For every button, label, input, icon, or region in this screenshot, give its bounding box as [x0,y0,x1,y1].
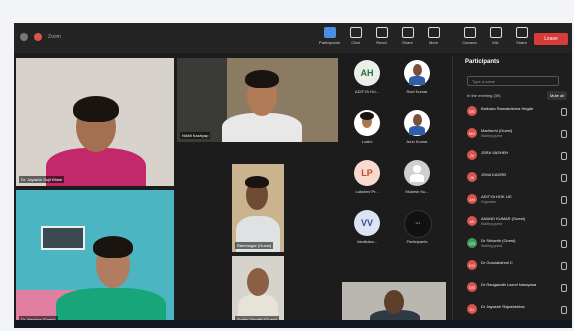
participant-row[interactable]: JV JSRA VASHEH [467,148,571,163]
participant-role: Waiting guest [481,222,503,226]
zoom-window: Zoom Participants Chat React Share More … [14,23,572,328]
participant-row[interactable]: DR Dr Ranganath Laxmi Narayana [467,280,571,295]
participants-panel: Participants Type a name In the meeting … [452,56,572,328]
chat-button[interactable]: Chat [347,27,364,45]
camera-icon [463,27,476,38]
video-tile[interactable]: Rammagar (Guest) [232,164,284,252]
participant-name: Rammagar (Guest) [235,242,274,249]
avatar[interactable] [404,60,430,86]
mic-icon[interactable] [561,152,567,160]
participant-avatar: DR [467,282,477,292]
participant-row[interactable]: AK ANAND KUMAR (Guest) Waiting guest [467,214,571,229]
participant-name: JSRA VASHEH [481,150,509,155]
video-tile[interactable]: Sudhir Tripathi (Guest) [232,256,284,326]
participant-avatar: JK [467,172,477,182]
participant-name: Dr. Jayashri Sujit Bhise [19,176,65,183]
avatar[interactable]: ··· [404,210,432,238]
participant-video [232,164,284,252]
participant-name: Dr Ranganath Laxmi Narayana [481,282,537,287]
section-header[interactable]: In the meeting (39) [467,93,501,98]
avatar[interactable] [404,160,430,186]
avatar[interactable] [404,110,430,136]
shield-icon[interactable] [20,33,28,41]
participant-video [16,58,174,186]
mic-icon[interactable] [561,196,567,204]
participant-name: Dr Gurulakshmi C [481,260,513,265]
participant-avatar: AK [467,216,477,226]
leave-button[interactable]: Leave [534,33,568,45]
participants-button[interactable]: Participants [319,27,340,45]
participant-row[interactable]: DJ Dr Jayashri Rajashekhar [467,302,571,317]
avatar[interactable]: AH [354,60,380,86]
mic-icon [489,27,502,38]
mic-icon[interactable] [561,130,567,138]
participant-row[interactable]: DG Dr Gurulakshmi C [467,258,571,273]
participant-name: Balkrato Ramakrishna Hegde [481,106,534,111]
participant-row[interactable]: MG Madhurhi (Guest) Waiting guest [467,126,571,141]
mic-icon[interactable] [561,108,567,116]
participant-name: Dr Srikanth (Guest) [481,238,516,243]
participant-avatar: MG [467,128,477,138]
participant-role: Organiser [481,200,497,204]
share-button[interactable]: Share [399,27,416,45]
mic-button[interactable]: Mic [487,27,504,45]
participant-row[interactable]: AH ADITYA HOK LIE Organiser [467,192,571,207]
participant-avatar: DJ [467,304,477,314]
camera-button[interactable]: Camera [461,27,478,45]
mic-icon[interactable] [561,306,567,314]
participant-avatar: BR [467,106,477,116]
participant-name: Madhurhi (Guest) [481,128,513,133]
participant-name: ADITYA HOK LIE [481,194,512,199]
participant-video [177,58,338,142]
panel-title: Participants [465,59,500,65]
participant-avatar: DG [467,260,477,270]
window-title: Zoom [48,34,61,40]
avatar[interactable] [354,110,380,136]
participant-avatar: JV [467,150,477,160]
participant-row[interactable]: BR Balkrato Ramakrishna Hegde [467,104,571,119]
video-stage: Dr. Jayashri Sujit Bhise Nikhil Kashyap … [14,56,572,328]
react-icon [375,27,388,38]
mute-all-button[interactable]: Mute all [546,91,567,100]
react-button[interactable]: React [373,27,390,45]
chat-icon [349,27,362,38]
participant-row[interactable]: DS Dr Srikanth (Guest) Waiting guest [467,236,571,251]
mic-icon[interactable] [561,240,567,248]
mic-icon[interactable] [561,262,567,270]
taskbar [14,320,572,328]
participant-role: Waiting guest [481,134,503,138]
mic-icon[interactable] [561,174,567,182]
avatar[interactable]: LP [354,160,380,186]
search-input[interactable]: Type a name [467,76,559,86]
participant-avatar: DS [467,238,477,248]
video-tile[interactable]: Dr. Jayashri Sujit Bhise [16,58,174,186]
share-icon [401,27,414,38]
more-button[interactable]: More [425,27,442,45]
participant-row[interactable]: JK JSHA KADRB [467,170,571,185]
participant-role: Waiting guest [481,244,503,248]
avatar[interactable]: VV [354,210,380,236]
participant-video [16,190,174,326]
participant-avatar: AH [467,194,477,204]
participant-name: Nikhil Kashyap [180,132,211,139]
participant-name: Dr Jayashri Rajashekhar [481,304,525,309]
participant-name: JSHA KADRB [481,172,506,177]
avatar-grid: AH ADITYA HU... Ravi Kumar Lodini Arun K… [342,56,450,278]
participant-name: ANAND KUMAR (Guest) [481,216,526,221]
video-tile[interactable]: Dr. Manjula (Guest) [16,190,174,326]
more-icon [427,27,440,38]
record-icon [34,33,42,41]
video-tile[interactable]: Nikhil Kashyap [177,58,338,142]
share-screen-button[interactable]: Share [513,27,530,45]
mic-icon[interactable] [561,218,567,226]
mic-icon[interactable] [561,284,567,292]
people-icon [323,27,336,38]
top-toolbar: Zoom Participants Chat React Share More … [14,23,572,53]
share-screen-icon [515,27,528,38]
